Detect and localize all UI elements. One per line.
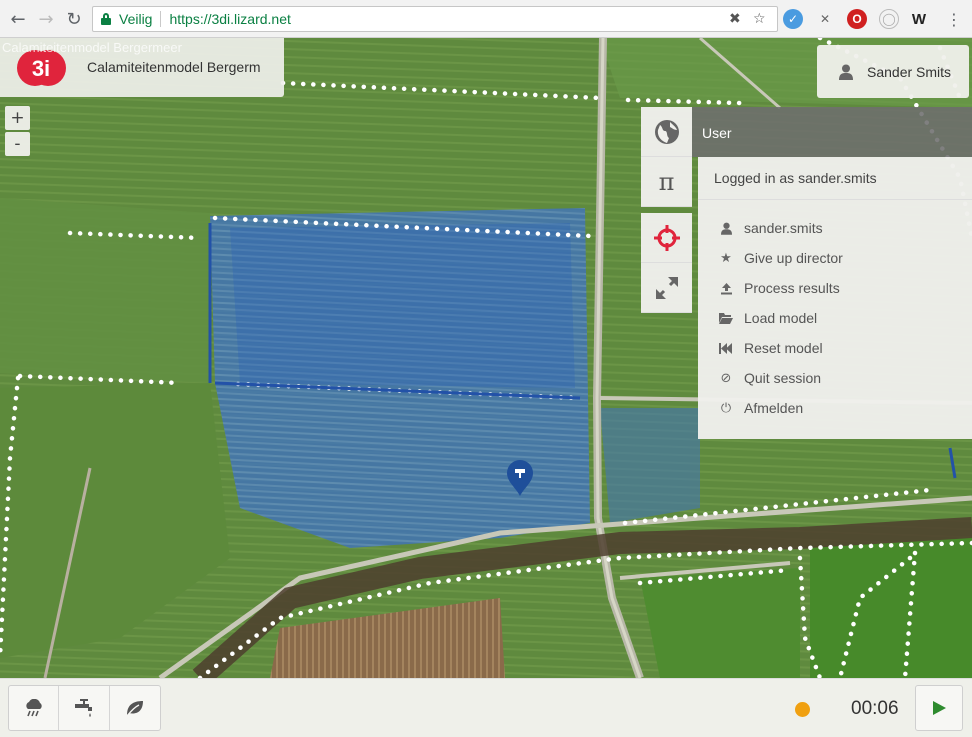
divider: [698, 199, 972, 200]
user-button[interactable]: Sander Smits: [817, 45, 969, 98]
bottom-tool-group: [8, 685, 161, 731]
zoom-in-button[interactable]: +: [5, 106, 30, 130]
tap-button[interactable]: [59, 686, 110, 730]
bottom-bar: 00:06: [0, 678, 972, 737]
globe-button[interactable]: [641, 107, 692, 157]
back-icon[interactable]: ←: [7, 8, 29, 30]
menu-item-quit-session[interactable]: ⊘ Quit session: [718, 367, 822, 389]
opera-icon[interactable]: O: [847, 9, 867, 29]
bookmark-star-icon[interactable]: ☆: [753, 11, 766, 27]
status-indicator: [795, 702, 810, 717]
user-panel-title: User: [702, 125, 732, 141]
rewind-icon: [718, 340, 734, 356]
play-button[interactable]: [915, 685, 963, 731]
lock-icon: [101, 13, 111, 25]
user-icon: [839, 64, 853, 80]
svg-text:3i: 3i: [32, 56, 50, 81]
pi-button[interactable]: π: [641, 157, 692, 207]
play-icon: [933, 701, 946, 715]
reload-icon[interactable]: ↻: [63, 8, 85, 30]
upload-icon: [718, 280, 734, 296]
extension-blue-icon[interactable]: ✓: [783, 9, 803, 29]
menu-item-process-results[interactable]: Process results: [718, 277, 840, 299]
leaf-icon: [126, 701, 143, 717]
tool-column: π: [641, 107, 692, 313]
extension-globe-icon[interactable]: ◯: [879, 9, 899, 29]
crosshair-icon: [653, 224, 680, 251]
menu-item-load-model[interactable]: Load model: [718, 307, 817, 329]
secure-label: Veilig: [119, 11, 153, 27]
menu-item-reset-model[interactable]: Reset model: [718, 337, 823, 359]
forward-icon[interactable]: →: [35, 8, 57, 30]
url-text[interactable]: https://3di.lizard.net: [169, 11, 290, 27]
blocked-plugin-icon[interactable]: ✖: [729, 11, 741, 27]
logged-in-label: Logged in as sander.smits: [714, 170, 877, 186]
pi-icon: π: [658, 167, 675, 196]
user-name: Sander Smits: [867, 63, 952, 80]
rain-icon: [26, 699, 42, 717]
tap-icon: [75, 699, 93, 717]
ban-icon: ⊘: [720, 370, 732, 386]
rain-button[interactable]: [9, 686, 60, 730]
fullscreen-button[interactable]: [641, 263, 692, 313]
leaf-button[interactable]: [110, 686, 160, 730]
model-name-tooltip: Calamiteitenmodel Bergermeer: [2, 40, 182, 55]
globe-icon: [654, 119, 679, 144]
extension-w-icon[interactable]: W: [909, 9, 929, 29]
simulation-timer: 00:06: [851, 698, 899, 719]
user-icon: [718, 220, 734, 236]
menu-item-username[interactable]: sander.smits: [718, 217, 823, 239]
menu-item-logout[interactable]: ⏻ Afmelden: [718, 397, 803, 419]
expand-icon: [655, 276, 678, 299]
browser-menu-icon[interactable]: ⋮: [943, 8, 965, 30]
browser-toolbar: ← → ↻ Veilig https://3di.lizard.net ✖ ☆ …: [0, 0, 972, 38]
model-name: Calamiteitenmodel Bergerm: [87, 59, 261, 75]
user-panel: Logged in as sander.smits sander.smits ★…: [698, 157, 972, 439]
folder-icon: [718, 310, 734, 326]
zoom-out-button[interactable]: -: [5, 132, 30, 156]
star-icon: ★: [720, 250, 732, 266]
user-panel-header: User: [692, 107, 972, 157]
address-separator: [160, 11, 162, 27]
extension-pin-icon[interactable]: ✕: [815, 9, 835, 29]
crosshair-button[interactable]: [641, 213, 692, 263]
menu-item-give-up-director[interactable]: ★ Give up director: [718, 247, 843, 269]
power-icon: ⏻: [720, 400, 732, 416]
address-bar[interactable]: Veilig https://3di.lizard.net ✖ ☆: [92, 6, 778, 32]
